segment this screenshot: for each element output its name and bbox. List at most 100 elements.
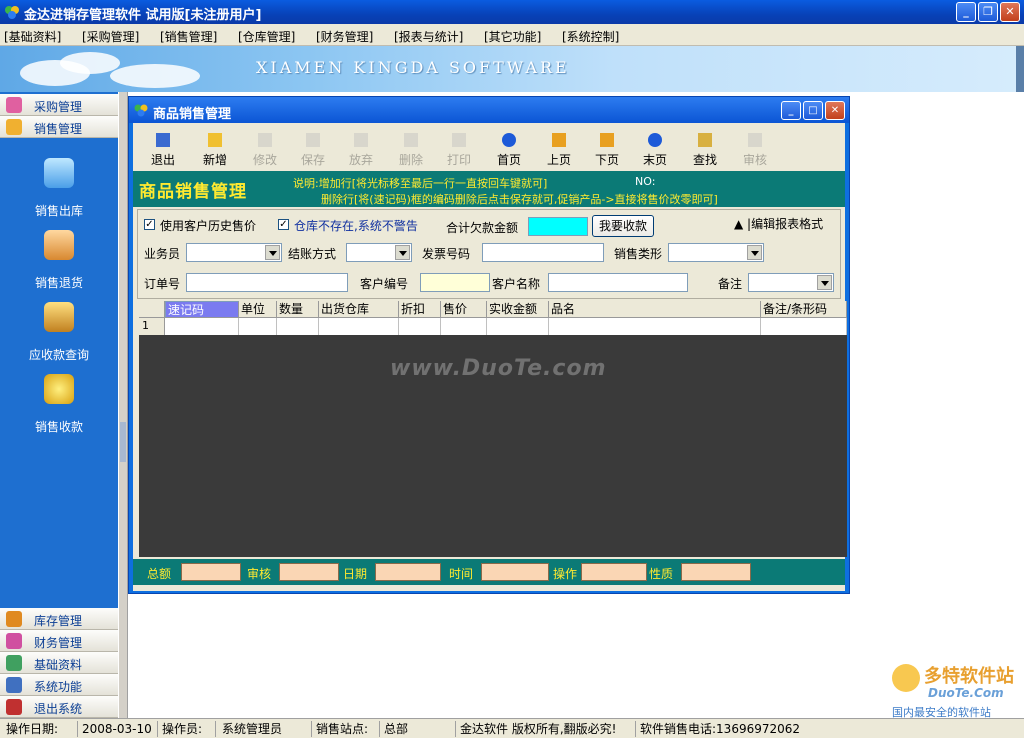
remark-select[interactable]	[748, 273, 834, 292]
exit-button[interactable]: 退出	[141, 129, 185, 169]
column-header[interactable]: 数量	[277, 301, 319, 318]
chevron-down-icon[interactable]	[265, 245, 280, 260]
delete-button[interactable]: 删除	[389, 129, 433, 169]
cart-icon	[6, 97, 22, 113]
nav-item-collection[interactable]: 销售收款	[0, 374, 118, 440]
child-close-button[interactable]: ✕	[825, 101, 845, 120]
menu-system[interactable]: [系统控制]	[562, 28, 619, 45]
cancel-button[interactable]: 放弃	[339, 129, 383, 169]
grid-cell[interactable]	[487, 318, 549, 335]
nav-head-label: 系统功能	[34, 680, 83, 694]
grid-cell[interactable]	[239, 318, 277, 335]
menu-purchase[interactable]: [采购管理]	[82, 28, 139, 45]
nav-head-inventory[interactable]: 库存管理	[0, 608, 118, 630]
banner: XIAMEN KINGDA SOFTWARE	[0, 46, 1024, 92]
total-owed-field[interactable]	[528, 217, 588, 236]
column-header[interactable]: 备注/条形码	[761, 301, 847, 318]
column-header[interactable]: 出货仓库	[319, 301, 399, 318]
order-no-field[interactable]	[186, 273, 348, 292]
invoice-no-field[interactable]	[482, 243, 604, 262]
child-titlebar[interactable]: 商品销售管理 _ □ ✕	[129, 97, 849, 123]
nav-head-basic[interactable]: 基础资料	[0, 652, 118, 674]
add-button[interactable]: 新增	[193, 129, 237, 169]
nav-head-finance[interactable]: 财务管理	[0, 630, 118, 652]
grid-cell[interactable]	[277, 318, 319, 335]
salesman-select[interactable]	[186, 243, 282, 262]
menu-warehouse[interactable]: [仓库管理]	[238, 28, 295, 45]
nav-head-sales[interactable]: 销售管理	[0, 116, 118, 138]
column-header[interactable]: 折扣	[399, 301, 441, 318]
nav-item-receivable[interactable]: 应收款查询	[0, 302, 118, 368]
audit-button[interactable]: 审核	[733, 129, 777, 169]
basic-data-icon	[6, 655, 22, 671]
child-maximize-button[interactable]: □	[803, 101, 823, 120]
find-button[interactable]: 查找	[683, 129, 727, 169]
print-button[interactable]: 打印	[437, 129, 481, 169]
customer-name-field[interactable]	[548, 273, 688, 292]
settle-method-label: 结账方式	[288, 247, 337, 261]
edit-report-format-link[interactable]: ▲ |编辑报表格式	[734, 215, 823, 232]
total-label: 总额	[147, 567, 172, 581]
menu-other[interactable]: [其它功能]	[484, 28, 541, 45]
toolbar-label: 退出	[150, 153, 175, 167]
settle-method-select[interactable]	[346, 243, 412, 262]
sales-grid[interactable]: 速记码 单位 数量 出货仓库 折扣 售价 实收金额 品名 备注/条形码 1	[139, 301, 847, 557]
grid-cell[interactable]	[399, 318, 441, 335]
minimize-button[interactable]: _	[956, 2, 976, 22]
first-page-button[interactable]: 首页	[487, 129, 531, 169]
app-title: 金达进销存管理软件 试用版[未注册用户]	[24, 8, 262, 23]
chevron-down-icon[interactable]	[817, 275, 832, 290]
grid-cell[interactable]	[165, 318, 239, 335]
document-no-label: NO:	[635, 175, 656, 188]
nav-head-exit[interactable]: 退出系统	[0, 696, 118, 718]
collect-payment-button[interactable]: 我要收款	[592, 215, 654, 237]
menu-finance[interactable]: [财务管理]	[316, 28, 373, 45]
menu-reports[interactable]: [报表与统计]	[394, 28, 463, 45]
row-number: 1	[139, 318, 165, 335]
chevron-down-icon[interactable]	[747, 245, 762, 260]
menu-sales[interactable]: [销售管理]	[160, 28, 217, 45]
customer-no-field[interactable]	[420, 273, 490, 292]
grid-cell[interactable]	[441, 318, 487, 335]
nav-head-label: 销售管理	[34, 122, 83, 136]
menu-basic[interactable]: [基础资料]	[4, 28, 61, 45]
history-price-label: 使用客户历史售价	[160, 219, 257, 233]
main-titlebar[interactable]: 金达进销存管理软件 试用版[未注册用户] _ ❐ ✕	[0, 0, 1024, 24]
column-header[interactable]: 单位	[239, 301, 277, 318]
history-price-checkbox[interactable]: ✓	[144, 219, 155, 230]
chevron-down-icon[interactable]	[395, 245, 410, 260]
restore-button[interactable]: ❐	[978, 2, 998, 22]
toolbar-label: 末页	[642, 153, 667, 167]
child-minimize-button[interactable]: _	[781, 101, 801, 120]
operator-field	[581, 563, 647, 581]
last-page-button[interactable]: 末页	[633, 129, 677, 169]
column-header[interactable]: 速记码	[165, 301, 239, 318]
next-page-button[interactable]: 下页	[585, 129, 629, 169]
last-page-icon	[648, 133, 662, 147]
nav-head-label: 退出系统	[34, 702, 83, 716]
splitter-handle[interactable]	[120, 422, 126, 462]
nav-head-purchase[interactable]: 采购管理	[0, 94, 118, 116]
grid-cell[interactable]	[549, 318, 761, 335]
prev-page-button[interactable]: 上页	[537, 129, 581, 169]
nav-splitter[interactable]	[118, 92, 128, 718]
no-warn-checkbox[interactable]: ✓	[278, 219, 289, 230]
close-button[interactable]: ✕	[1000, 2, 1020, 22]
nav-item-label: 销售出库	[34, 204, 83, 218]
toolbar-label: 保存	[300, 153, 325, 167]
column-header[interactable]: 实收金额	[487, 301, 549, 318]
nav-head-system[interactable]: 系统功能	[0, 674, 118, 696]
save-button[interactable]: 保存	[291, 129, 335, 169]
nav-item-sales-return[interactable]: 销售退货	[0, 230, 118, 296]
nav-item-sales-out[interactable]: 销售出库	[0, 158, 118, 224]
grid-cell[interactable]	[761, 318, 847, 335]
toolbar-label: 打印	[446, 153, 471, 167]
grid-cell[interactable]	[319, 318, 399, 335]
banner-slogan: XIAMEN KINGDA SOFTWARE	[256, 58, 570, 77]
sale-type-select[interactable]	[668, 243, 764, 262]
prev-page-icon	[552, 133, 566, 147]
column-header[interactable]: 品名	[549, 301, 761, 318]
column-header[interactable]: 售价	[441, 301, 487, 318]
edit-button[interactable]: 修改	[243, 129, 287, 169]
basket-icon	[44, 302, 74, 332]
